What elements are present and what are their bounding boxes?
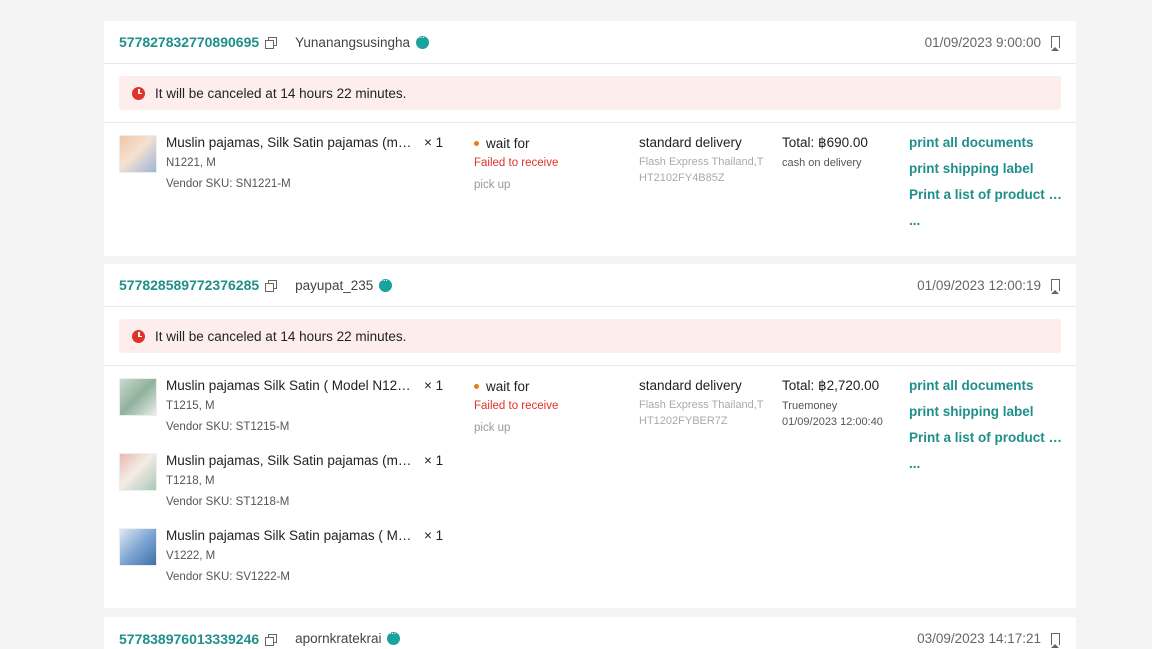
- product-thumbnail[interactable]: [119, 453, 157, 491]
- product-thumbnail[interactable]: [119, 528, 157, 566]
- product-sku: Vendor SKU: ST1215-M: [166, 421, 290, 433]
- order-date: 01/09/2023 9:00:00: [924, 34, 1041, 50]
- payment-info: Total: ฿690.00 cash on delivery: [782, 135, 868, 171]
- product-qty: × 1: [424, 378, 444, 393]
- product-variant: T1215, M: [166, 400, 215, 412]
- chat-icon[interactable]: [379, 275, 393, 292]
- product-item: Muslin pajamas Silk Satin ( Model N1215 …: [119, 378, 459, 438]
- shipping-info: standard delivery Flash Express Thailand…: [639, 378, 769, 429]
- product-item: Muslin pajamas Silk Satin pajamas ( Mode…: [119, 528, 459, 588]
- product-qty: × 1: [424, 528, 444, 543]
- copy-icon[interactable]: [265, 36, 278, 49]
- buyer-name: apornkratekrai: [295, 631, 382, 646]
- order-header: 577827832770890695 Yunanangsusingha 01/0…: [104, 21, 1076, 64]
- payment-time: 01/09/2023 12:00:40: [782, 416, 883, 428]
- print-package-list-link[interactable]: Print a list of product packages: [909, 187, 1069, 213]
- buyer-name: payupat_235: [295, 277, 374, 293]
- order-date: 03/09/2023 14:17:21: [917, 631, 1041, 646]
- order-actions: print all documents print shipping label…: [909, 378, 1069, 482]
- clock-icon: [132, 86, 145, 100]
- copy-icon[interactable]: [265, 633, 278, 646]
- product-variant: T1218, M: [166, 475, 215, 487]
- more-actions-button[interactable]: ...: [909, 213, 1069, 239]
- chat-icon[interactable]: [416, 32, 430, 49]
- clock-icon: [132, 329, 145, 343]
- product-variant: V1222, M: [166, 550, 216, 562]
- order-total: Total: ฿2,720.00: [782, 378, 880, 393]
- shipping-carrier: Flash Express Thailand,T: [639, 399, 764, 411]
- status-failed: Failed to receive: [474, 400, 559, 412]
- order-header: 577828589772376285 payupat_235 01/09/202…: [104, 264, 1076, 307]
- product-item: Muslin pajamas, Silk Satin pajamas (mode…: [119, 135, 459, 195]
- print-shipping-label-link[interactable]: print shipping label: [909, 404, 1069, 430]
- product-sku: Vendor SKU: SV1222-M: [166, 571, 291, 583]
- product-item: Muslin pajamas, Silk Satin pajamas (mode…: [119, 453, 459, 513]
- product-sku: Vendor SKU: ST1218-M: [166, 496, 290, 508]
- order-status: wait for Failed to receive pick up: [474, 379, 558, 434]
- shipping-carrier: Flash Express Thailand,T: [639, 156, 764, 168]
- payment-method: Truemoney: [782, 400, 838, 412]
- product-thumbnail[interactable]: [119, 378, 157, 416]
- copy-icon[interactable]: [265, 279, 278, 292]
- order-id[interactable]: 577838976013339246: [119, 631, 259, 647]
- status-pickup: pick up: [474, 422, 511, 434]
- status-failed: Failed to receive: [474, 157, 559, 169]
- shipping-method: standard delivery: [639, 378, 742, 393]
- status-dot: [474, 384, 479, 389]
- cancel-alert-text: It will be canceled at 14 hours 22 minut…: [155, 85, 407, 101]
- shipping-info: standard delivery Flash Express Thailand…: [639, 135, 769, 186]
- bookmark-icon[interactable]: [1051, 632, 1060, 648]
- bookmark-icon[interactable]: [1051, 279, 1060, 294]
- buyer-name: Yunanangsusingha: [295, 34, 411, 50]
- status-pickup: pick up: [474, 179, 511, 191]
- order-card: 577838976013339246 apornkratekrai 03/09/…: [104, 617, 1076, 649]
- more-actions-button[interactable]: ...: [909, 456, 1069, 482]
- status-dot: [474, 141, 479, 146]
- product-thumbnail[interactable]: [119, 135, 157, 173]
- status-main: wait for: [486, 379, 530, 394]
- product-sku: Vendor SKU: SN1221-M: [166, 178, 291, 190]
- order-status: wait for Failed to receive pick up: [474, 136, 558, 191]
- status-main: wait for: [486, 136, 530, 151]
- order-card: 577827832770890695 Yunanangsusingha 01/0…: [104, 21, 1076, 256]
- shipping-method: standard delivery: [639, 135, 742, 150]
- cancel-alert: It will be canceled at 14 hours 22 minut…: [119, 76, 1061, 110]
- print-all-documents-link[interactable]: print all documents: [909, 378, 1069, 404]
- product-qty: × 1: [424, 135, 444, 150]
- order-total: Total: ฿690.00: [782, 135, 868, 150]
- product-variant: N1221, M: [166, 157, 216, 169]
- product-qty: × 1: [424, 453, 444, 468]
- bookmark-icon[interactable]: [1051, 36, 1060, 51]
- cancel-alert-text: It will be canceled at 14 hours 22 minut…: [155, 328, 407, 344]
- order-id[interactable]: 577828589772376285: [119, 277, 259, 293]
- product-name[interactable]: Muslin pajamas, Silk Satin pajamas (mode…: [166, 135, 416, 150]
- product-name[interactable]: Muslin pajamas Silk Satin pajamas ( Mode…: [166, 528, 416, 543]
- order-actions: print all documents print shipping label…: [909, 135, 1069, 239]
- order-date: 01/09/2023 12:00:19: [917, 277, 1041, 293]
- tracking-number: HT1202FYBER7Z: [639, 415, 728, 427]
- tracking-number: HT2102FY4B85Z: [639, 172, 725, 184]
- order-card: 577828589772376285 payupat_235 01/09/202…: [104, 264, 1076, 608]
- print-shipping-label-link[interactable]: print shipping label: [909, 161, 1069, 187]
- payment-method: cash on delivery: [782, 157, 862, 169]
- order-header: 577838976013339246 apornkratekrai 03/09/…: [104, 617, 1076, 649]
- chat-icon[interactable]: [387, 628, 401, 645]
- product-name[interactable]: Muslin pajamas, Silk Satin pajamas (mode…: [166, 453, 416, 468]
- print-package-list-link[interactable]: Print a list of product packages: [909, 430, 1069, 456]
- print-all-documents-link[interactable]: print all documents: [909, 135, 1069, 161]
- product-name[interactable]: Muslin pajamas Silk Satin ( Model N1215 …: [166, 378, 416, 393]
- order-id[interactable]: 577827832770890695: [119, 34, 259, 50]
- payment-info: Total: ฿2,720.00 Truemoney 01/09/2023 12…: [782, 378, 883, 430]
- cancel-alert: It will be canceled at 14 hours 22 minut…: [119, 319, 1061, 353]
